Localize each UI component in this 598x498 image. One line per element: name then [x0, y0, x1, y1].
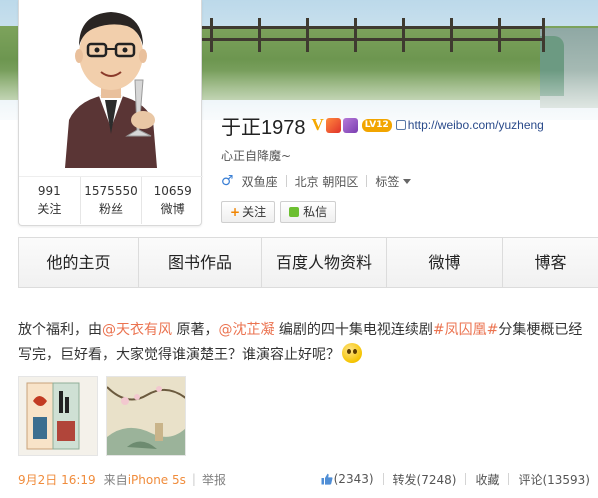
link-icon	[395, 120, 406, 130]
post-text: 放个福利，由@天衣有风 原著，@沈芷凝 编剧的四十集电视连续剧#凤囚凰#分集梗概…	[18, 318, 588, 368]
post-text-part: 放个福利，由	[18, 322, 102, 338]
message-button[interactable]: 私信	[280, 201, 337, 223]
avatar[interactable]	[39, 0, 183, 168]
divider	[382, 473, 384, 485]
message-icon	[289, 207, 300, 217]
post-image-book-cover[interactable]	[18, 376, 98, 456]
message-label: 私信	[303, 205, 328, 219]
tab-books[interactable]: 图书作品	[139, 238, 262, 287]
homepage-url: http://weibo.com/yuzheng	[407, 118, 544, 132]
profile-stats: 991 关注 1575550 粉丝 10659 微博	[19, 176, 203, 224]
tab-blog[interactable]: 博客	[503, 238, 598, 287]
homepage-link[interactable]: http://weibo.com/yuzheng	[395, 118, 544, 132]
divider	[366, 175, 368, 187]
stat-followers[interactable]: 1575550 粉丝	[81, 177, 143, 224]
chevron-down-icon	[403, 178, 412, 184]
topic-link[interactable]: #凤囚凰#	[433, 322, 498, 338]
post-images	[18, 376, 186, 456]
book-cover-image	[19, 377, 97, 455]
mention-link[interactable]: @天衣有风	[102, 322, 172, 338]
follow-button[interactable]: + 关注	[221, 201, 276, 223]
comment-button[interactable]: 评论(13593)	[518, 471, 590, 488]
stat-followers-label: 粉丝	[99, 202, 124, 216]
profile-name-row: 于正1978 V LV12 http://weibo.com/yuzheng	[221, 110, 544, 140]
like-button[interactable]: (2343)	[321, 472, 374, 486]
tab-baidu-profile[interactable]: 百度人物资料	[262, 238, 387, 287]
medal-icon[interactable]	[325, 117, 341, 133]
stat-following[interactable]: 991 关注	[19, 177, 81, 224]
tags-dropdown[interactable]: 标签	[375, 173, 412, 190]
tv-icon[interactable]	[342, 117, 358, 133]
avatar-cartoon-image	[65, 12, 157, 168]
repost-button[interactable]: 转发(7248)	[393, 471, 457, 488]
tab-home[interactable]: 他的主页	[19, 238, 139, 287]
avatar-card: 991 关注 1575550 粉丝 10659 微博	[18, 0, 203, 226]
post-text-part: 原著，	[172, 322, 219, 338]
post-actions: (2343) 转发(7248) 收藏 评论(13593)	[321, 468, 590, 490]
source-prefix: 来自	[103, 472, 128, 487]
report-link[interactable]: 举报	[202, 471, 226, 488]
profile-bio: 心正自降魔~	[221, 149, 292, 163]
location: 北京 朝阳区	[294, 174, 359, 189]
divider	[465, 473, 467, 485]
mention-link[interactable]: @沈芷凝	[218, 322, 274, 338]
post-date[interactable]: 9月2日 16:19	[18, 471, 96, 488]
cover-fence	[200, 18, 598, 58]
stat-posts[interactable]: 10659 微博	[142, 177, 203, 224]
stat-posts-label: 微博	[160, 202, 185, 216]
thumbs-up-icon	[321, 473, 333, 485]
painting-image	[107, 377, 185, 455]
post-source: 来自iPhone 5s	[104, 471, 186, 488]
divider	[285, 175, 287, 187]
constellation: 双鱼座	[241, 174, 278, 189]
tags-label: 标签	[375, 174, 400, 189]
level-badge[interactable]: LV12	[361, 118, 392, 132]
post-image-painting[interactable]	[106, 376, 186, 456]
post-footer: 9月2日 16:19 来自iPhone 5s | 举报 (2343) 转发(72…	[18, 468, 598, 490]
profile-name: 于正1978	[221, 116, 306, 139]
post-text-part: 编剧的四十集电视连续剧	[274, 322, 433, 338]
source-link[interactable]: iPhone 5s	[128, 473, 186, 487]
profile-actions: + 关注 私信	[221, 201, 337, 223]
profile-tabs: 他的主页 图书作品 百度人物资料 微博 博客	[18, 237, 598, 288]
stat-following-label: 关注	[37, 202, 62, 216]
plus-icon: +	[230, 205, 241, 219]
divider	[508, 473, 510, 485]
gender-male-icon: ♂	[221, 173, 234, 189]
stat-followers-count: 1575550	[84, 184, 138, 198]
like-count: (2343)	[333, 472, 374, 486]
follow-label: 关注	[242, 205, 267, 219]
stat-posts-count: 10659	[153, 184, 192, 198]
tab-weibo[interactable]: 微博	[387, 238, 503, 287]
profile-meta-row: ♂ 双鱼座 北京 朝阳区 标签	[221, 172, 412, 190]
verified-v-icon[interactable]: V	[312, 115, 324, 135]
favorite-button[interactable]: 收藏	[475, 471, 499, 488]
smile-emoji-icon	[342, 343, 362, 363]
divider: |	[191, 472, 196, 486]
stat-following-count: 991	[37, 184, 61, 198]
